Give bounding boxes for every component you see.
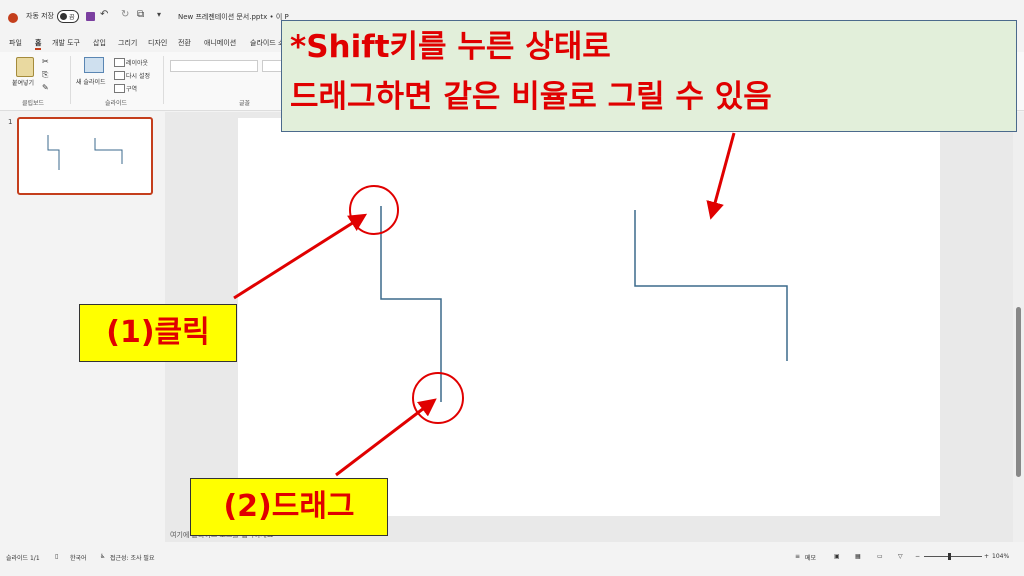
format-painter-icon[interactable]: ✎ bbox=[42, 83, 49, 92]
powerpoint-logo-icon bbox=[8, 13, 18, 23]
tab-developer[interactable]: 개발 도구 bbox=[52, 38, 80, 48]
tab-animations[interactable]: 애니메이션 bbox=[204, 38, 236, 48]
new-slide-button[interactable]: 새 슬라이드 bbox=[76, 77, 106, 86]
slide-shapes bbox=[380, 206, 788, 402]
font-group-label: 글꼴 bbox=[239, 100, 251, 107]
font-name-input[interactable] bbox=[170, 60, 258, 72]
autosave-toggle[interactable]: 끔 bbox=[57, 10, 79, 23]
tab-insert[interactable]: 삽입 bbox=[93, 38, 106, 48]
slide-thumbnail[interactable] bbox=[17, 117, 153, 195]
tab-draw[interactable]: 그리기 bbox=[118, 38, 137, 48]
elbow-connector-2 bbox=[634, 210, 788, 361]
elbow-connector-1 bbox=[380, 206, 442, 402]
undo-icon[interactable]: ↶ bbox=[100, 9, 108, 20]
callout-line-1: *Shift키를 누른 상태로 bbox=[290, 29, 611, 65]
callout-line-2: 드래그하면 같은 비율로 그릴 수 있음 bbox=[290, 79, 772, 115]
zoom-slider[interactable] bbox=[924, 556, 982, 557]
thumbnail-preview bbox=[47, 135, 123, 170]
autosave-label: 자동 저장 bbox=[26, 12, 54, 20]
normal-view-icon[interactable]: ▣ bbox=[834, 553, 840, 560]
divider bbox=[70, 56, 71, 104]
language-status[interactable]: 한국어 bbox=[70, 553, 87, 562]
layout-button[interactable]: 레이아웃 bbox=[126, 58, 148, 67]
slide-sorter-icon[interactable]: ▦ bbox=[855, 553, 861, 560]
accessibility-icon: ♿ bbox=[100, 553, 106, 560]
slides-group-label: 슬라이드 bbox=[105, 100, 128, 107]
slide-canvas[interactable] bbox=[238, 118, 940, 516]
section-icon bbox=[114, 84, 125, 93]
step2-label: (2)드래그 bbox=[190, 478, 388, 536]
zoom-slider-knob[interactable] bbox=[948, 553, 951, 560]
shift-tip-callout: *Shift키를 누른 상태로 드래그하면 같은 비율로 그릴 수 있음 bbox=[281, 20, 1017, 132]
zoom-in-button[interactable]: + bbox=[984, 553, 989, 560]
section-button[interactable]: 구역 bbox=[126, 84, 137, 93]
tab-slideshow[interactable]: 슬라이드 쇼 bbox=[250, 38, 284, 48]
save-icon[interactable] bbox=[86, 12, 95, 21]
tab-home[interactable]: 홈 bbox=[35, 38, 42, 50]
paste-icon[interactable] bbox=[16, 57, 34, 77]
customize-toolbar-icon[interactable]: ▾ bbox=[157, 10, 161, 19]
accessibility-status[interactable]: 접근성: 조사 필요 bbox=[110, 553, 154, 562]
slideshow-icon[interactable]: ▽ bbox=[898, 553, 903, 560]
toggle-knob bbox=[60, 13, 67, 20]
scrollbar-thumb[interactable] bbox=[1016, 307, 1021, 477]
notes-button[interactable]: 메모 bbox=[805, 553, 816, 562]
reset-icon bbox=[114, 71, 125, 80]
reading-view-icon[interactable]: ▭ bbox=[877, 553, 883, 560]
autosave-state: 끔 bbox=[69, 14, 75, 21]
copy-icon[interactable]: ⎘ bbox=[42, 70, 48, 80]
tab-design[interactable]: 디자인 bbox=[148, 38, 167, 48]
vertical-scrollbar[interactable] bbox=[1013, 112, 1024, 542]
status-bar: 슬라이드 1/1 ▯ 한국어 ♿ 접근성: 조사 필요 ≡ 메모 ▣ ▦ ▭ ▽… bbox=[0, 550, 1024, 564]
ribbon-tabs: 파일 홈 개발 도구 삽입 그리기 디자인 전환 애니메이션 슬라이드 쇼 bbox=[0, 38, 290, 52]
zoom-level[interactable]: 104% bbox=[992, 553, 1009, 560]
new-slide-icon[interactable] bbox=[84, 57, 104, 73]
layout-icon bbox=[114, 58, 125, 67]
divider bbox=[163, 56, 164, 104]
redo-icon[interactable]: ↻ bbox=[121, 9, 129, 20]
tab-transitions[interactable]: 전환 bbox=[178, 38, 191, 48]
quick-paste-icon[interactable]: ⧉ bbox=[137, 9, 144, 20]
book-icon: ▯ bbox=[55, 553, 59, 560]
zoom-out-button[interactable]: − bbox=[915, 553, 920, 560]
step1-label: (1)클릭 bbox=[79, 304, 237, 362]
cut-icon[interactable]: ✂ bbox=[42, 57, 49, 66]
reset-button[interactable]: 다시 설정 bbox=[126, 71, 150, 80]
slide-counter: 슬라이드 1/1 bbox=[6, 555, 40, 562]
clipboard-group-label: 클립보드 bbox=[22, 100, 45, 107]
slide-number: 1 bbox=[8, 118, 13, 126]
document-title: New 프레젠테이션 문서.pptx • 이 P bbox=[178, 13, 289, 21]
tab-file[interactable]: 파일 bbox=[9, 38, 22, 48]
notes-icon: ≡ bbox=[795, 553, 801, 560]
paste-button[interactable]: 붙여넣기 bbox=[12, 78, 34, 87]
